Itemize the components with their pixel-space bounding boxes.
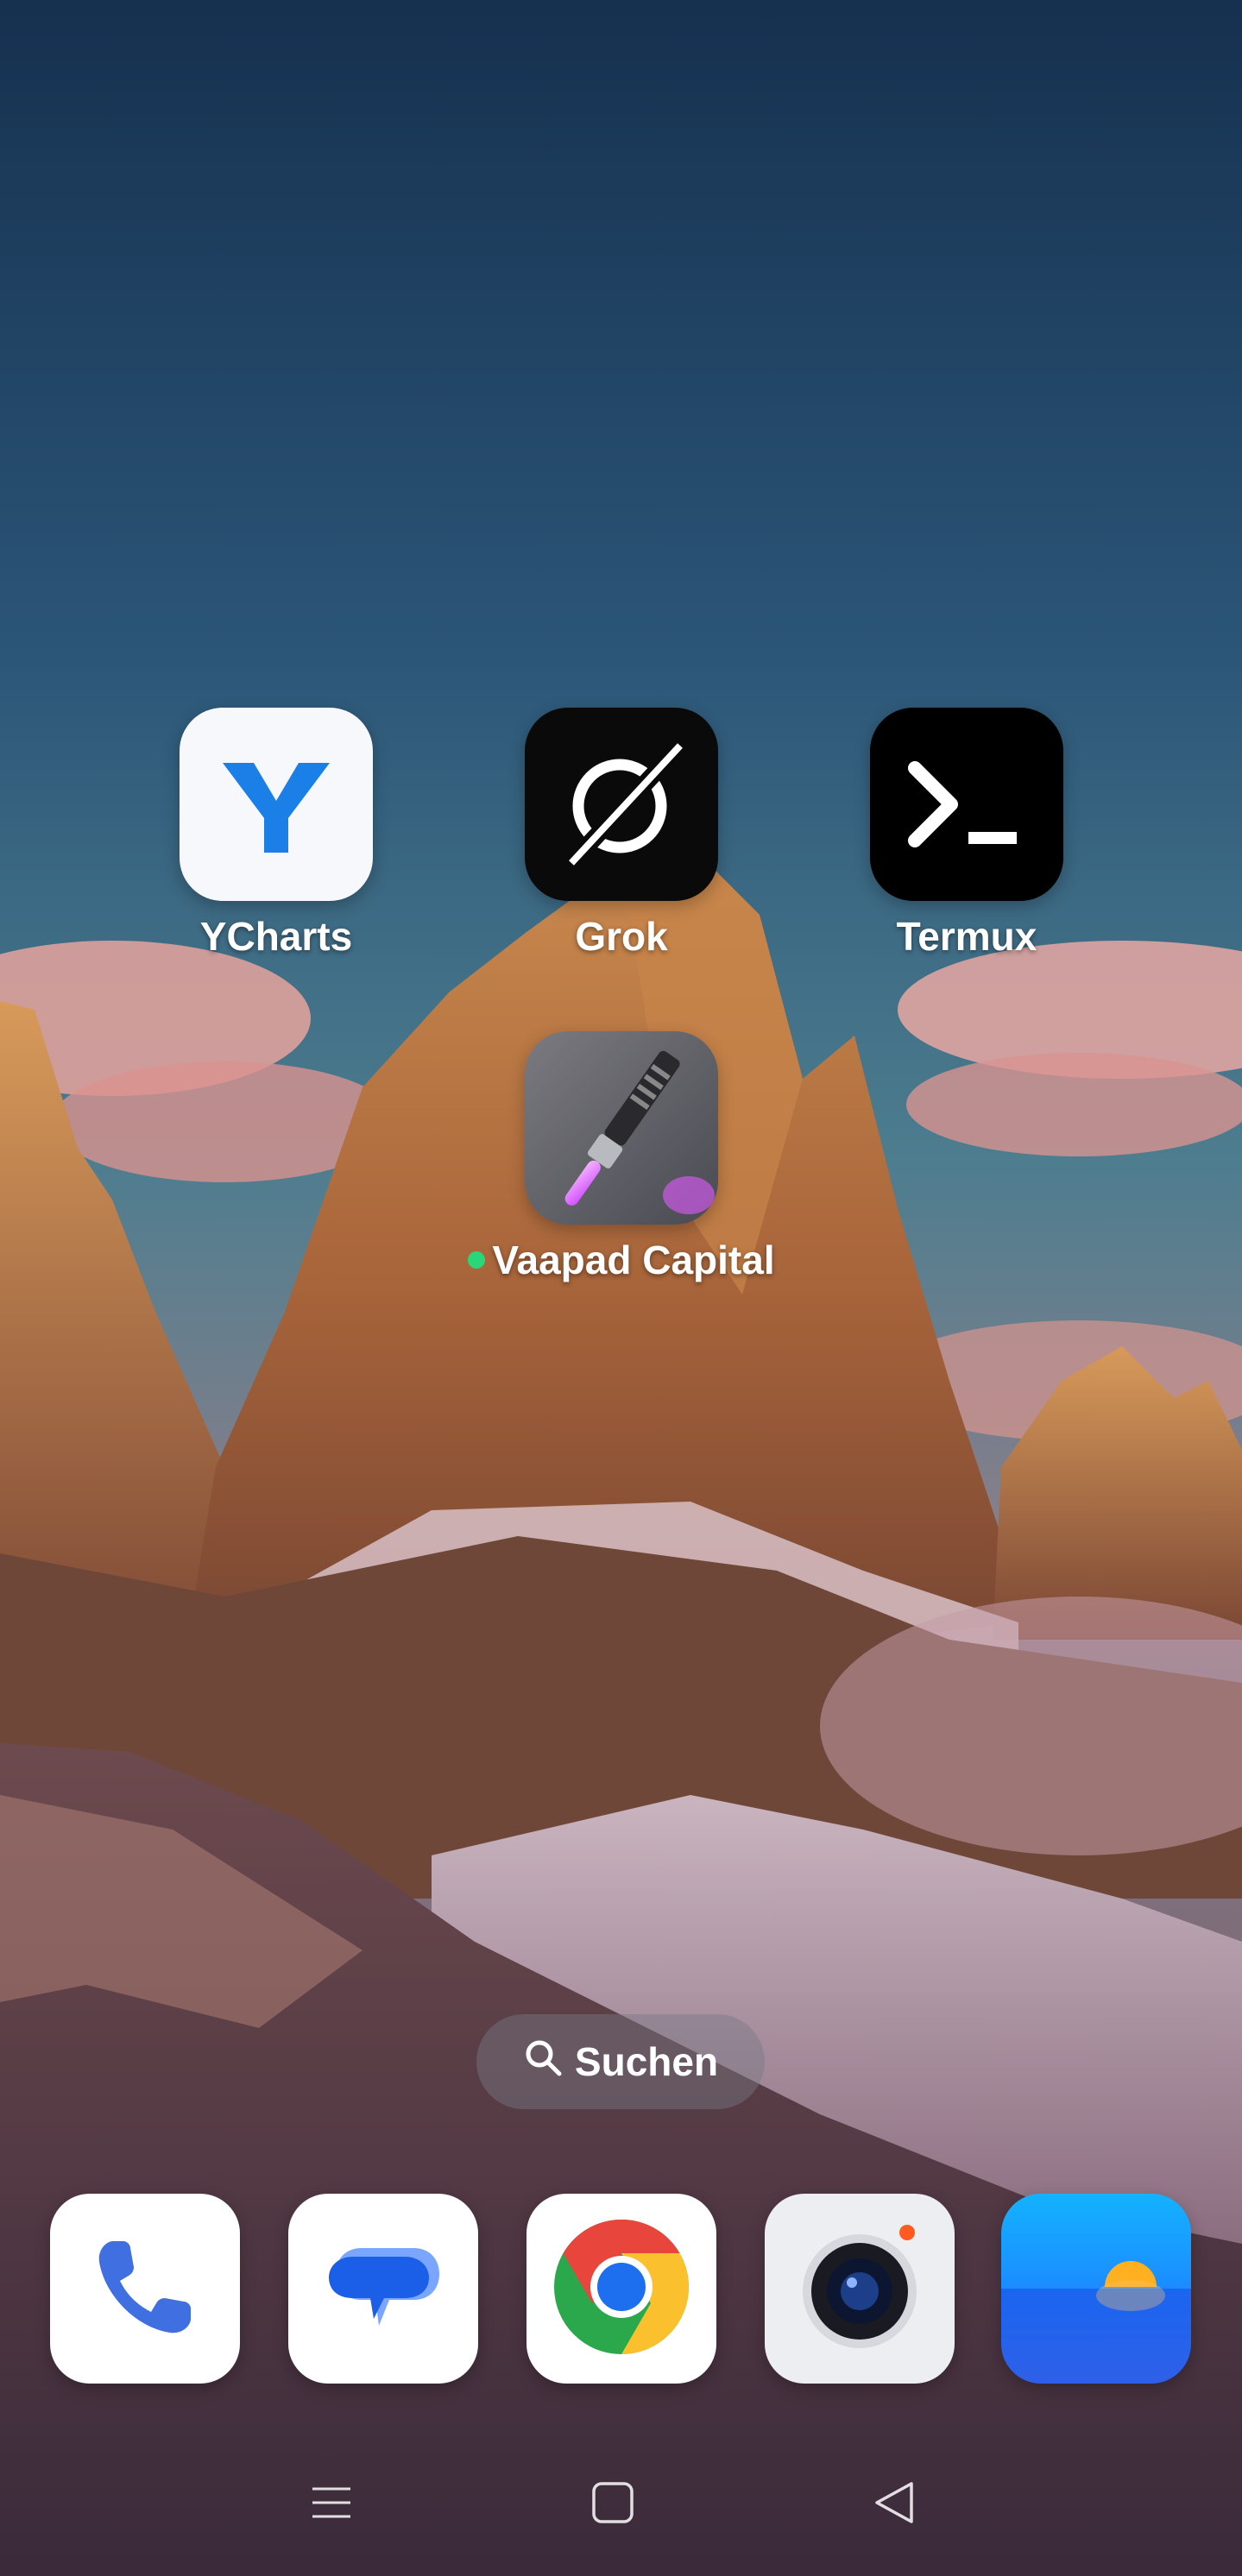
dock-camera[interactable]	[765, 2194, 955, 2384]
home-square-icon[interactable]	[578, 2468, 647, 2537]
menu-icon[interactable]	[297, 2468, 366, 2537]
search-label: Suchen	[574, 2039, 719, 2084]
navigation-bar	[0, 2451, 1242, 2554]
app-label: Grok	[575, 914, 668, 959]
messages-icon	[318, 2222, 448, 2356]
app-label-text: Vaapad Capital	[492, 1238, 775, 1282]
chrome-icon	[552, 2218, 690, 2360]
search-button[interactable]: Suchen	[476, 2014, 765, 2109]
dock-gallery[interactable]	[1001, 2194, 1191, 2384]
dock-chrome[interactable]	[526, 2194, 716, 2384]
ycharts-icon	[180, 708, 373, 901]
terminal-icon	[870, 708, 1063, 901]
dock-messages[interactable]	[288, 2194, 478, 2384]
lightsaber-icon	[525, 1031, 718, 1225]
wallpaper	[0, 0, 1242, 2576]
app-label: Termux	[896, 914, 1037, 959]
app-label: YCharts	[199, 914, 353, 959]
gallery-icon	[1001, 2194, 1191, 2384]
new-app-dot	[468, 1250, 486, 1269]
dock-phone[interactable]	[50, 2194, 240, 2384]
camera-icon	[786, 2214, 933, 2365]
back-triangle-icon[interactable]	[860, 2468, 929, 2537]
app-label: Vaapad Capital	[466, 1237, 777, 1283]
search-icon	[523, 2037, 563, 2087]
grok-icon	[525, 708, 718, 901]
phone-icon	[89, 2231, 201, 2347]
